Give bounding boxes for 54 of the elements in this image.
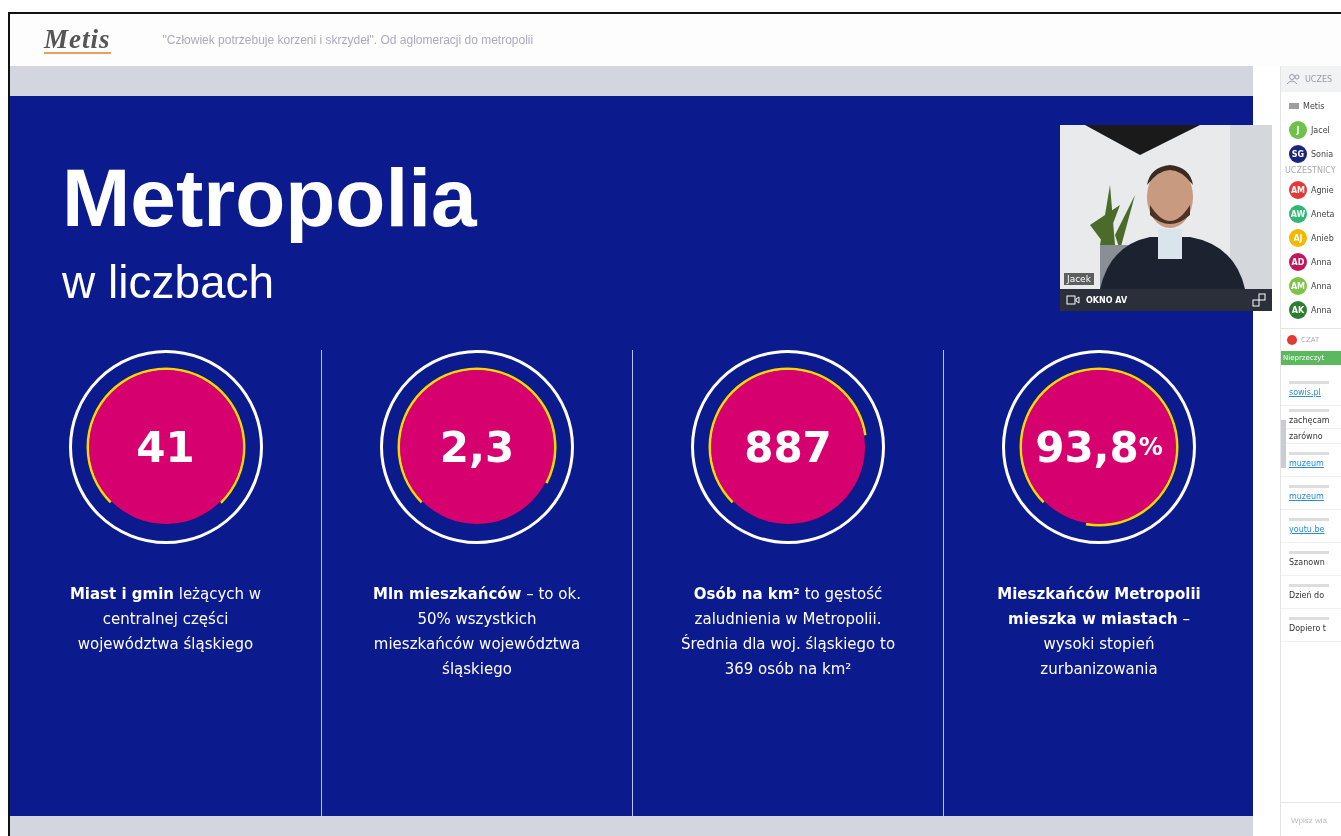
avatar: AM: [1289, 277, 1307, 295]
participant-item[interactable]: AM Agnie: [1281, 178, 1341, 202]
camera-icon: [1066, 295, 1080, 305]
people-icon: [1287, 74, 1301, 84]
message-meta-line: [1289, 584, 1329, 587]
stat-value: 41: [88, 370, 243, 524]
participants-header: UCZES: [1305, 74, 1333, 84]
message-meta-line: [1289, 381, 1329, 384]
stat-description: Miast i gmin leżących w centralnej części województwa śląskiego: [68, 584, 263, 655]
avatar: AW: [1289, 205, 1307, 223]
avatar: AM: [1289, 181, 1307, 199]
message-link[interactable]: muzeum: [1289, 459, 1341, 468]
participant-item[interactable]: J Jacel: [1281, 118, 1341, 142]
event-title: "Człowiek potrzebuje korzeni i skrzydeł". Od aglomeracji do metropolii: [162, 33, 534, 47]
participant-item[interactable]: AD Anna: [1281, 250, 1341, 274]
stat-description: Mieszkańców Metropolii mieszka w miastach – wysoki stopień zurbanizowania: [996, 584, 1202, 680]
logo: Metis: [44, 26, 111, 54]
slide-title: Metropolia: [62, 151, 477, 245]
message-meta-line: [1289, 551, 1329, 554]
video-label: OKNO AV: [1086, 295, 1128, 305]
avatar: AD: [1289, 253, 1307, 271]
stat-description: Mln mieszkańców – to ok. 50% wszystkich mieszkańców województwa śląskiego: [372, 584, 582, 680]
message-text: zarówno: [1289, 431, 1324, 441]
avatar: AJ: [1289, 229, 1307, 247]
message-link[interactable]: sowis.pl: [1289, 388, 1341, 397]
group-label: UCZESTNICY: [1284, 166, 1337, 177]
message-meta-line: [1289, 409, 1329, 412]
avatar: J: [1289, 121, 1307, 139]
message-text: Szanown: [1289, 558, 1326, 567]
slide-subtitle: w liczbach: [62, 255, 275, 310]
avatar: SG: [1289, 145, 1307, 163]
avatar: AK: [1289, 301, 1307, 319]
speaker-name: Jacek: [1064, 273, 1094, 285]
message-link[interactable]: youtu.be: [1289, 525, 1341, 534]
expand-icon[interactable]: [1252, 293, 1266, 307]
stat-value: 93,8%: [1022, 370, 1176, 524]
participant-item[interactable]: AM Anna: [1281, 274, 1341, 298]
message-meta-line: [1289, 452, 1329, 455]
message-text: Dopiero t: [1289, 624, 1327, 633]
message-meta-line: [1289, 518, 1329, 521]
participant-item[interactable]: AW Aneta: [1281, 202, 1341, 226]
participant-item[interactable]: AJ Anieb: [1281, 226, 1341, 250]
participant-item[interactable]: SG Sonia: [1281, 142, 1341, 166]
message-text: Dzień do: [1289, 591, 1326, 600]
chat-icon: [1287, 335, 1297, 345]
message-text: zachęcam: [1289, 416, 1331, 425]
stat-value: 887: [711, 370, 865, 524]
stat-description: Osób na km² to gęstość zaludnienia w Metropolii. Średnia dla woj. śląskiego to 369 osób na km²: [680, 584, 896, 680]
stat-value: 2,3: [400, 370, 554, 524]
message-link[interactable]: muzeum: [1289, 492, 1341, 501]
message-meta-line: [1289, 617, 1329, 620]
participant-item[interactable]: AK Anna: [1281, 298, 1341, 322]
participant-item[interactable]: Metis: [1281, 94, 1341, 118]
message-meta-line: [1289, 485, 1329, 488]
